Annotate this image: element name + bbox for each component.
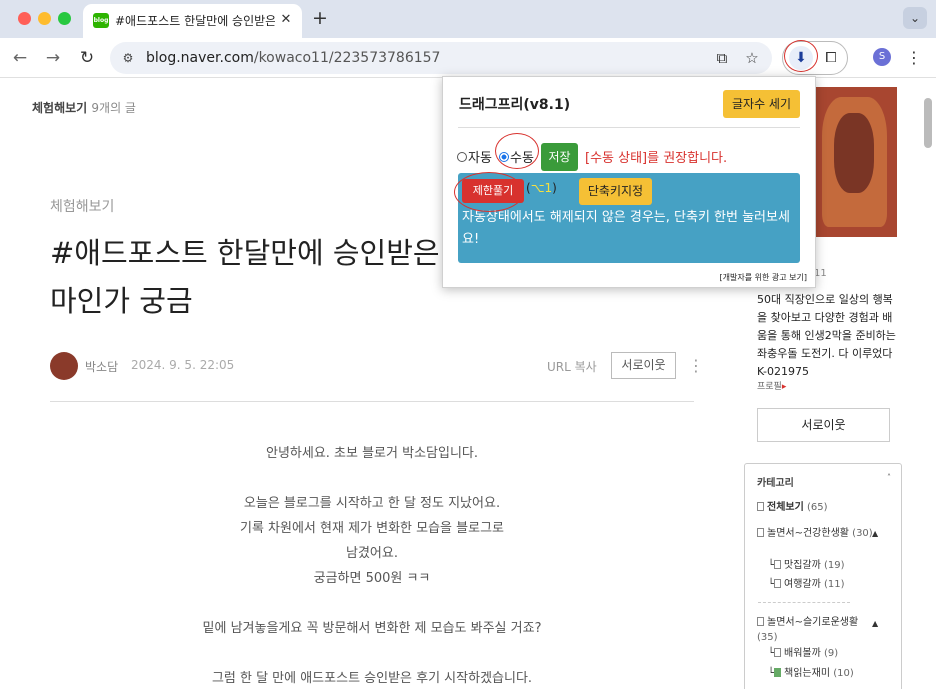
site-settings-icon[interactable]: ⚙ [120, 50, 136, 66]
red-annotation-circle [784, 40, 818, 72]
category-name[interactable]: 체험해보기 [32, 101, 87, 115]
save-button[interactable]: 저장 [541, 143, 578, 171]
active-tab[interactable]: blog #애드포스트 한달만에 승인받은 후기 ✕ [83, 4, 302, 38]
body-paragraph: 그럼 한 달 만에 애드포스트 승인받은 후기 시작하겠습니다. [211, 671, 533, 686]
category-label: 놀면서~슬기로운생활 [767, 617, 859, 628]
post-date: 2024. 9. 5. 22:05 [131, 358, 235, 372]
neighbor-button[interactable]: 서로이웃 [611, 352, 676, 379]
page-icon [757, 617, 764, 626]
author-avatar[interactable] [50, 352, 78, 380]
body-paragraph: 밑에 남겨놓을게요 꼭 방문해서 변화한 제 모습도 봐주실 거죠? [202, 621, 542, 636]
category-item-health[interactable]: 놀면서~건강한생활 (30) [757, 526, 877, 541]
category-item-food[interactable]: └ 맛집갈까 (19) [768, 558, 845, 573]
category-label: 여행갈까 [784, 579, 821, 590]
category-item-smart-life[interactable]: 놀면서~슬기로운생활 (35) [757, 615, 877, 645]
category-count: (35) [757, 632, 778, 643]
profile-intro: 50대 직장인으로 일상의 행복을 찾아보고 다양한 경험과 배움을 통해 인생… [757, 293, 896, 378]
close-window-button[interactable] [18, 12, 31, 25]
category-box-title: 카테고리 [757, 478, 794, 489]
category-count: (11) [824, 579, 845, 590]
page-icon [757, 502, 764, 511]
developer-ad-link[interactable]: [개발자를 위한 광고 보기] [720, 272, 807, 283]
popup-divider [458, 127, 800, 128]
author-name[interactable]: 박소담 [85, 358, 118, 375]
page-icon [757, 528, 764, 537]
body-paragraph: 오늘은 블로그를 시작하고 한 달 정도 지났어요. [243, 496, 501, 511]
smart-life-collapse-icon[interactable]: ▲ [872, 616, 878, 631]
category-item-reading[interactable]: └ 책읽는재미 (10) [768, 666, 854, 681]
recommend-note: [수동 상태]를 권장합니다. [585, 151, 728, 166]
post-more-icon[interactable]: ⋮ [688, 356, 704, 375]
category-item-travel[interactable]: └ 여행갈까 (11) [768, 577, 845, 592]
category-label: 배워볼까 [784, 648, 821, 659]
naver-blog-favicon-icon: blog [93, 13, 109, 28]
category-label: 놀면서~건강한생활 [767, 528, 849, 539]
body-paragraph: 궁금하면 500원 ㅋㅋ [313, 571, 431, 586]
url-path: /kowaco11/223573786157 [253, 50, 441, 66]
page-icon [774, 560, 782, 569]
bookmark-star-icon[interactable]: ☆ [742, 48, 762, 68]
open-in-app-icon[interactable]: ⧉ [712, 48, 732, 68]
category-count: (10) [833, 668, 854, 679]
profile-arrow-icon: ▸ [781, 382, 787, 392]
browser-tab-bar: blog #애드포스트 한달만에 승인받은 후기 ✕ + ⌄ [0, 0, 936, 38]
zoom-window-button[interactable] [58, 12, 71, 25]
radio-circle-icon [457, 152, 467, 162]
post-divider [50, 401, 694, 402]
info-text: 자동상태에서도 해제되지 않은 경우는, 단축키 한번 눌러보세요! [462, 210, 790, 247]
collapse-caret-icon[interactable]: ˄ [887, 473, 891, 482]
auto-radio-label: 자동 [468, 151, 492, 166]
category-count: (30) [852, 528, 873, 539]
back-arrow-icon[interactable]: ← [9, 47, 31, 69]
body-paragraph: 남겼어요. [346, 546, 398, 561]
category-item-all[interactable]: 전체보기 (65) [757, 500, 828, 515]
red-annotation-circle [454, 172, 524, 212]
body-paragraph: 안녕하세요. 초보 블로거 박소담입니다. [265, 446, 479, 461]
extensions-puzzle-icon[interactable]: ⧠ [819, 46, 843, 70]
address-bar[interactable]: ⚙ blog.naver.com/kowaco11/223573786157 ⧉… [110, 42, 772, 74]
tab-close-icon[interactable]: ✕ [278, 12, 294, 28]
category-label: 전체보기 [767, 502, 804, 513]
shortcut-key: ⌥1 [530, 181, 553, 195]
popup-title: 드래그프리(v8.1) [459, 97, 571, 113]
post-title: #애드포스트 한달만에 승인받은 마인가 궁금 [50, 236, 440, 318]
sidebar-neighbor-button[interactable]: 서로이웃 [757, 408, 890, 442]
forward-arrow-icon[interactable]: → [42, 47, 64, 69]
reload-icon[interactable]: ↻ [76, 47, 98, 69]
red-annotation-circle [495, 133, 539, 169]
url-text[interactable]: blog.naver.com/kowaco11/223573786157 [146, 49, 440, 67]
body-paragraph: 기록 차원에서 현재 제가 변화한 모습을 블로그로 [240, 521, 504, 536]
health-collapse-icon[interactable]: ▲ [872, 526, 878, 541]
page-icon [774, 579, 782, 588]
new-tab-plus-icon[interactable]: + [311, 7, 329, 29]
minimize-window-button[interactable] [38, 12, 51, 25]
url-host: blog.naver.com [146, 50, 254, 66]
category-header: 체험해보기 9개의 글 [32, 99, 136, 116]
category-count: (9) [824, 648, 839, 659]
page-scrollbar[interactable] [924, 98, 932, 148]
category-count: 9개의 글 [91, 101, 136, 115]
category-item-learning[interactable]: └ 배워볼까 (9) [768, 646, 838, 661]
shortcut-display: (⌥1) [526, 181, 557, 195]
shortcut-paren-close: ) [552, 181, 557, 195]
category-label: 맛집갈까 [784, 560, 821, 571]
category-label: 책읽는재미 [784, 668, 831, 679]
browser-menu-icon[interactable]: ⋮ [906, 48, 922, 68]
tab-title: #애드포스트 한달만에 승인받은 후기 [115, 14, 275, 28]
page-icon [774, 648, 782, 657]
category-count: (65) [807, 502, 828, 513]
category-separator [758, 602, 850, 603]
profile-link-label: 프로필 [757, 382, 782, 392]
image-page-icon [774, 668, 782, 677]
profile-avatar[interactable]: S [873, 48, 891, 66]
char-count-button[interactable]: 글자수 세기 [723, 90, 800, 118]
post-category-label[interactable]: 체험해보기 [50, 196, 114, 216]
profile-link[interactable]: 프로필▸ [757, 379, 786, 392]
category-count: (19) [824, 560, 845, 571]
url-copy-link[interactable]: URL 복사 [547, 358, 597, 375]
set-shortcut-button[interactable]: 단축키지정 [579, 178, 652, 205]
tab-search-chevron-icon[interactable]: ⌄ [903, 7, 927, 29]
profile-image[interactable] [812, 87, 897, 237]
auto-radio[interactable]: 자동 [457, 147, 492, 166]
